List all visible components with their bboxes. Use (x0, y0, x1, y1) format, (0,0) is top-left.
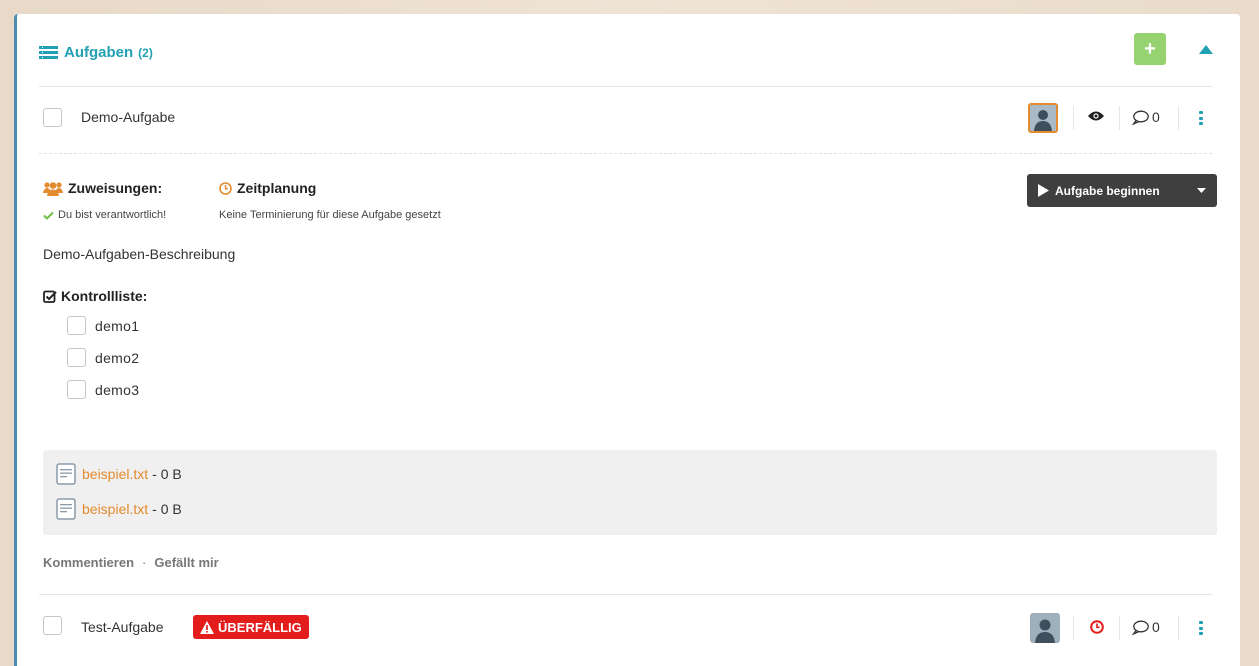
comment-count: 0 (1152, 109, 1160, 125)
caret-down-icon (1196, 188, 1206, 193)
attachment-row: beispiel.txt - 0 B (56, 463, 182, 485)
start-task-label: Aufgabe beginnen (1055, 183, 1160, 198)
play-icon (1038, 184, 1049, 197)
comment-count: 0 (1152, 619, 1160, 635)
schedule-heading: Zeitplanung (219, 180, 316, 196)
user-silhouette-icon (1035, 619, 1055, 643)
clock-icon (1090, 620, 1104, 634)
assignments-label: Zuweisungen: (68, 180, 163, 196)
attachment-size: - 0 B (152, 501, 182, 517)
warning-icon (200, 620, 214, 634)
panel-header: Aufgaben (2) + (17, 14, 1240, 86)
avatar[interactable] (1028, 103, 1058, 133)
overdue-label: ÜBERFÄLLIG (218, 619, 302, 635)
checklist-item[interactable]: demo1 (67, 316, 139, 335)
task-actions: Kommentieren · Gefällt mir (43, 555, 219, 570)
attachment-size: - 0 B (152, 466, 182, 482)
kebab-menu-icon[interactable] (1199, 111, 1203, 125)
like-link[interactable]: Gefällt mir (154, 555, 218, 570)
tasks-icon (39, 45, 58, 59)
checklist-item-label: demo2 (95, 349, 140, 366)
task-divider (39, 153, 1212, 154)
attachment-link[interactable]: beispiel.txt (82, 466, 148, 482)
header-divider (39, 86, 1212, 87)
plus-icon: + (1144, 38, 1156, 60)
start-task-dropdown[interactable] (1185, 174, 1217, 207)
separator (1073, 616, 1074, 640)
schedule-text: Keine Terminierung für diese Aufgabe ges… (219, 209, 441, 221)
check-icon (43, 211, 54, 220)
start-task-button[interactable]: Aufgabe beginnen (1027, 174, 1217, 207)
checklist-item-label: demo1 (95, 317, 140, 334)
schedule-label: Zeitplanung (237, 180, 317, 196)
collapse-button[interactable] (1197, 40, 1215, 58)
tasks-panel: Aufgaben (2) + Demo-Aufgabe 0 Zuweisunge… (14, 14, 1240, 666)
eye-icon (1088, 111, 1104, 121)
assignment-info: Du bist verantwortlich! (43, 209, 166, 221)
task-description: Demo-Aufgaben-Beschreibung (43, 246, 236, 262)
task-count: (2) (138, 45, 153, 60)
comment-icon (1132, 110, 1149, 125)
checklist-label: Kontrollliste: (61, 288, 148, 304)
watch-button[interactable] (1088, 110, 1104, 122)
checked-square-icon (43, 290, 57, 303)
checklist-checkbox[interactable] (67, 316, 86, 335)
separator (1073, 106, 1074, 130)
kebab-menu-icon[interactable] (1199, 621, 1203, 635)
user-silhouette-icon (1034, 110, 1052, 131)
overdue-clock-button[interactable] (1090, 620, 1104, 634)
overdue-badge: ÜBERFÄLLIG (193, 615, 309, 639)
comment-link[interactable]: Kommentieren (43, 555, 134, 570)
checklist-item[interactable]: demo3 (67, 380, 139, 399)
caret-up-icon (1199, 44, 1213, 54)
separator (1119, 616, 1120, 640)
attachments-box: beispiel.txt - 0 B beispiel.txt - 0 B (43, 450, 1217, 535)
assignments-heading: Zuweisungen: (43, 180, 162, 196)
task-title[interactable]: Test-Aufgabe (81, 619, 164, 635)
separator (1178, 616, 1179, 640)
text-file-icon (56, 463, 76, 485)
users-icon (43, 181, 63, 196)
attachment-row: beispiel.txt - 0 B (56, 498, 182, 520)
task-divider (39, 594, 1212, 595)
checklist-heading: Kontrollliste: (43, 288, 147, 304)
separator (1178, 106, 1179, 130)
checklist-item-label: demo3 (95, 381, 140, 398)
separator (1119, 106, 1120, 130)
action-separator: · (142, 555, 147, 570)
checklist-checkbox[interactable] (67, 380, 86, 399)
task-checkbox[interactable] (43, 616, 62, 635)
task-title[interactable]: Demo-Aufgabe (81, 109, 175, 125)
checklist-item[interactable]: demo2 (67, 348, 139, 367)
clock-icon (219, 181, 232, 195)
attachment-link[interactable]: beispiel.txt (82, 501, 148, 517)
add-task-button[interactable]: + (1134, 33, 1166, 65)
checklist-checkbox[interactable] (67, 348, 86, 367)
comment-icon (1132, 620, 1149, 635)
comments-button[interactable]: 0 (1132, 619, 1160, 635)
task-checkbox[interactable] (43, 108, 62, 127)
avatar[interactable] (1030, 613, 1060, 643)
comments-button[interactable]: 0 (1132, 109, 1160, 125)
panel-title[interactable]: Aufgaben (2) (39, 44, 153, 61)
assignment-text: Du bist verantwortlich! (58, 209, 167, 221)
panel-title-label: Aufgaben (64, 44, 134, 61)
text-file-icon (56, 498, 76, 520)
